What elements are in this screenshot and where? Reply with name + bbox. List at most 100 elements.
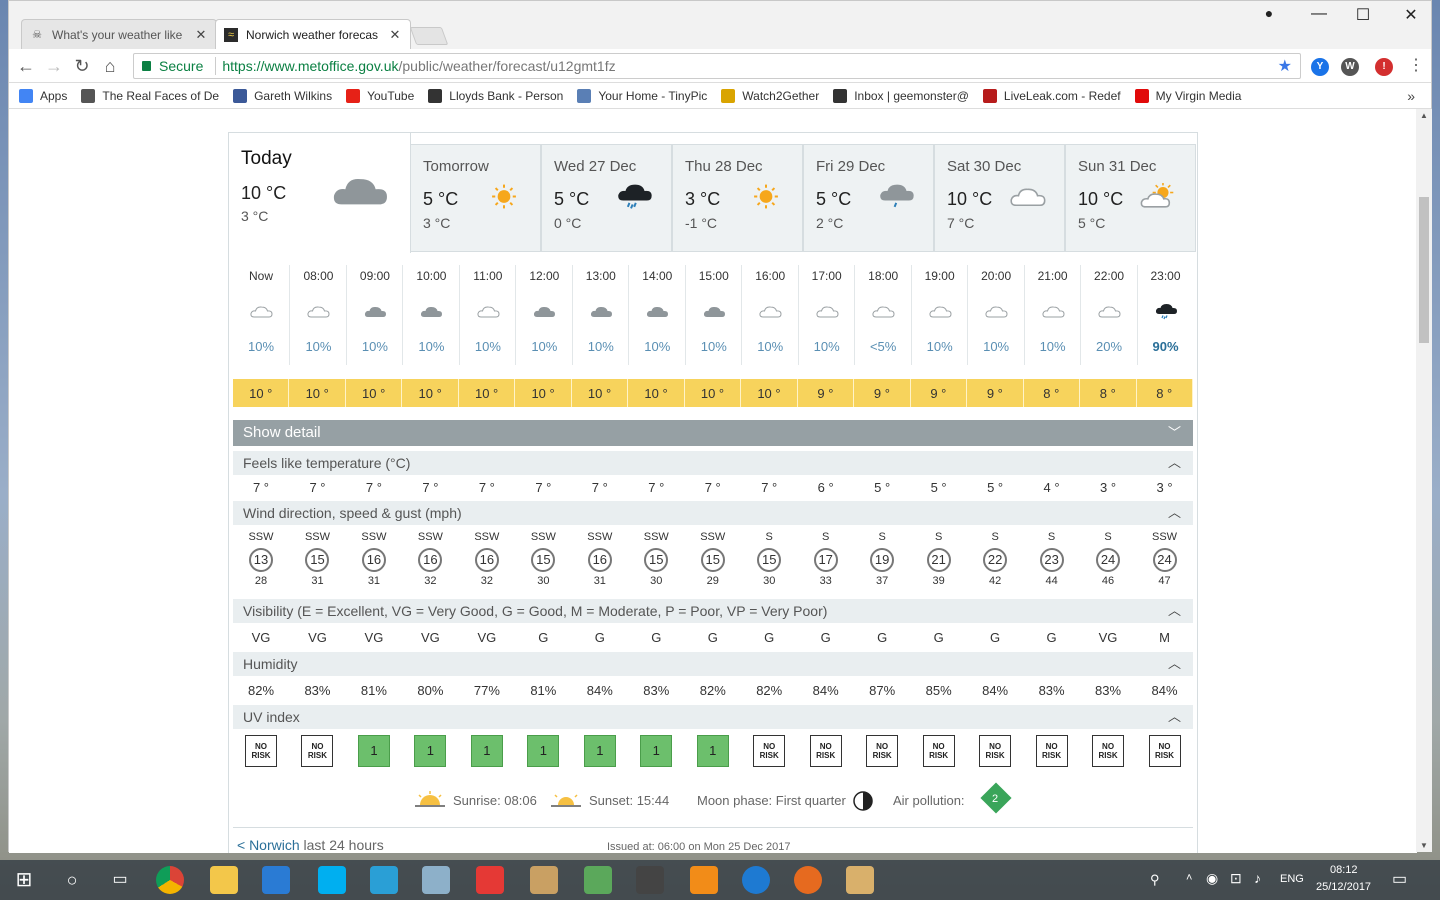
wind-header[interactable]: Wind direction, speed & gust (mph) ︿ [233,501,1193,525]
hour-column[interactable]: 15:00 10% [684,265,741,365]
new-tab-button[interactable] [409,27,449,45]
scrollbar-thumb[interactable] [1419,197,1429,343]
windows-start-icon[interactable]: ⊞ [10,866,38,894]
bookmark-item[interactable]: My Virgin Media [1134,88,1241,103]
wind-direction: SSW [1151,531,1178,543]
profile-icon[interactable]: ● [1257,5,1281,21]
hour-column[interactable]: 18:00 <5% [854,265,910,365]
page-scrollbar[interactable]: ▲ ▼ [1416,109,1432,852]
bookmark-star-icon[interactable]: ★ [1278,56,1292,76]
kodi-icon[interactable] [370,866,398,894]
humidity-value: 82% [247,683,275,698]
feels-like-title: Feels like temperature (°C) [243,455,411,471]
extension-shield-icon[interactable]: ! [1375,58,1393,76]
tray-overflow-icon[interactable]: ˄ [1186,872,1192,884]
hour-column[interactable]: 22:00 20% [1080,265,1136,365]
bookmark-item[interactable]: Watch2Gether [721,88,819,103]
day-max-temp: 5 °C [554,189,590,209]
menu-kebab-icon[interactable]: ⋮ [1405,56,1427,78]
bookmark-item[interactable]: Lloyds Bank - Person [428,88,563,103]
wind-speed-arrow-icon: 13 [249,548,273,572]
hour-column[interactable]: 21:00 10% [1023,265,1080,365]
hour-column[interactable]: 12:00 10% [515,265,571,365]
day-tab-today[interactable]: Today 10 °C 3 °C [229,133,411,253]
reload-icon[interactable]: ↻ [71,56,93,78]
cloud-outline-icon [815,303,840,323]
task-view-icon[interactable]: ▭ [106,866,134,894]
day-tab[interactable]: Sun 31 Dec 10 °C 5 °C [1065,144,1196,252]
bookmark-item[interactable]: Your Home - TinyPic [577,88,707,103]
scroll-up-arrow-icon[interactable]: ▲ [1420,111,1428,120]
vlc-icon[interactable] [690,866,718,894]
hour-column[interactable]: 16:00 10% [741,265,797,365]
clock-time[interactable]: 08:12 [1330,864,1358,876]
hour-column[interactable]: 14:00 10% [628,265,684,365]
hour-column[interactable]: 13:00 10% [571,265,628,365]
show-detail-toggle[interactable]: Show detail ﹀ [233,420,1193,446]
people-icon[interactable]: ⚲ [1150,872,1160,888]
scroll-down-arrow-icon[interactable]: ▼ [1420,841,1428,850]
norwich-last-24-hours-link[interactable]: < Norwich last 24 hours [237,837,384,853]
minimize-button[interactable]: — [1307,5,1331,23]
maximize-button[interactable]: ☐ [1351,5,1375,25]
hour-column[interactable]: 20:00 10% [967,265,1023,365]
action-center-icon[interactable]: ▭ [1392,869,1407,889]
secure-indicator[interactable]: Secure [134,58,209,74]
spreadsheet-icon[interactable] [584,866,612,894]
file-explorer-icon[interactable] [210,866,238,894]
hour-column[interactable]: Now 10% [233,265,289,365]
bookmark-item[interactable]: YouTube [346,88,415,103]
hour-column[interactable]: 17:00 10% [797,265,854,365]
video-app-icon[interactable] [846,866,874,894]
day-tab[interactable]: Thu 28 Dec 3 °C -1 °C [672,144,803,252]
back-arrow-icon[interactable]: ← [15,56,37,78]
day-tab[interactable]: Wed 27 Dec 5 °C 0 °C [541,144,672,252]
language-indicator[interactable]: ENG [1280,873,1304,885]
search-circle-icon[interactable]: ○ [58,866,86,894]
hour-column[interactable]: 11:00 10% [458,265,515,365]
store-icon[interactable] [262,866,290,894]
hour-column[interactable]: 09:00 10% [345,265,402,365]
close-tab-icon[interactable]: ✕ [194,27,208,43]
hour-column[interactable]: 19:00 10% [910,265,967,365]
day-tab[interactable]: Tomorrow 5 °C 3 °C [410,144,541,252]
hour-column[interactable]: 08:00 10% [289,265,345,365]
bookmark-item[interactable]: The Real Faces of De [81,88,219,103]
close-tab-icon[interactable]: ✕ [388,27,402,43]
hour-column[interactable]: 23:00 90% [1136,265,1193,365]
ccleaner-icon[interactable] [742,866,770,894]
extension-w-icon[interactable]: W [1341,58,1359,76]
extension-y-icon[interactable]: Y [1311,58,1329,76]
bookmark-label: YouTube [367,88,415,103]
tray-app-icon[interactable]: ◉ [1206,870,1218,887]
skype-icon[interactable] [318,866,346,894]
hour-column[interactable]: 10:00 10% [402,265,458,365]
clock-date[interactable]: 25/12/2017 [1316,881,1371,893]
tab-weather-like[interactable]: ☠ What's your weather like ✕ [21,19,217,49]
humidity-header[interactable]: Humidity ︿ [233,652,1193,676]
forward-arrow-icon[interactable]: → [43,56,65,78]
uv-header[interactable]: UV index ︿ [233,705,1193,729]
chrome-taskbar-icon[interactable] [156,866,184,894]
media-player-icon[interactable] [530,866,558,894]
downloader-icon[interactable] [476,866,504,894]
calendar-icon[interactable] [636,866,664,894]
day-tab[interactable]: Sat 30 Dec 10 °C 7 °C [934,144,1065,252]
bookmark-item[interactable]: Inbox | geemonster@ [833,88,969,103]
day-tab[interactable]: Fri 29 Dec 5 °C 2 °C [803,144,934,252]
firefox-icon[interactable] [794,866,822,894]
close-window-button[interactable]: ✕ [1399,5,1423,25]
bookmarks-overflow-icon[interactable]: » [1407,88,1415,104]
tab-norwich-forecast[interactable]: ≈ Norwich weather forecas ✕ [215,19,411,49]
visibility-header[interactable]: Visibility (E = Excellent, VG = Very Goo… [233,599,1193,623]
feels-like-header[interactable]: Feels like temperature (°C) ︿ [233,451,1193,475]
home-icon[interactable]: ⌂ [99,56,121,78]
bookmark-item[interactable]: LiveLeak.com - Redef [982,88,1121,103]
network-icon[interactable]: ⊡ [1230,870,1242,887]
bookmark-item[interactable]: Apps [19,88,67,103]
address-bar[interactable]: Secure https://www.metoffice.gov.uk/publ… [133,53,1301,79]
moon-phase-label: Moon phase: First quarter [697,793,846,808]
volume-icon[interactable]: ♪ [1254,870,1261,886]
app-icon[interactable] [422,866,450,894]
bookmark-item[interactable]: Gareth Wilkins [233,88,332,103]
